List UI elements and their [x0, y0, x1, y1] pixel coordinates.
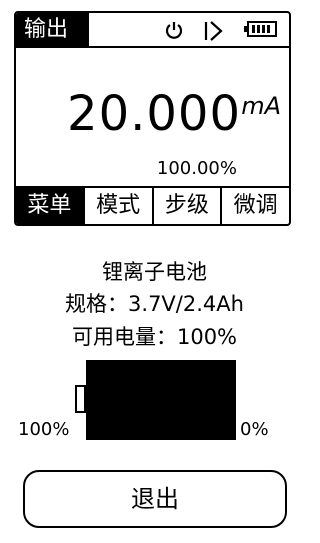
output-unit: mA: [241, 92, 281, 120]
battery-label-full: 100%: [18, 419, 70, 440]
status-bar: 输出: [16, 13, 289, 48]
output-value: 20.000: [67, 86, 241, 142]
mode-label: 输出: [16, 13, 89, 46]
battery-terminal: [75, 385, 86, 413]
display-screen: 输出 20.000 mA 100.00% 菜单 模式 步级 微调: [14, 11, 291, 226]
battery-label-empty: 0%: [240, 419, 269, 440]
exit-button[interactable]: 退出: [23, 470, 287, 528]
battery-icon: [244, 20, 278, 42]
battery-type: 锂离子电池: [102, 260, 207, 284]
main-reading: 20.000 mA 100.00%: [16, 48, 289, 190]
battery-spec: 规格：3.7V/2.4Ah: [65, 292, 244, 316]
output-percent: 100.00%: [156, 158, 237, 179]
softkey-finetune[interactable]: 微调: [222, 188, 289, 224]
power-icon: [164, 20, 184, 44]
softkey-mode[interactable]: 模式: [85, 188, 154, 224]
diode-icon: [202, 20, 224, 46]
battery-level-graphic: [86, 360, 236, 440]
softkey-menu[interactable]: 菜单: [16, 188, 85, 224]
softkey-step[interactable]: 步级: [154, 188, 223, 224]
softkey-bar: 菜单 模式 步级 微调: [16, 186, 289, 224]
battery-capacity: 可用电量：100%: [71, 325, 238, 349]
